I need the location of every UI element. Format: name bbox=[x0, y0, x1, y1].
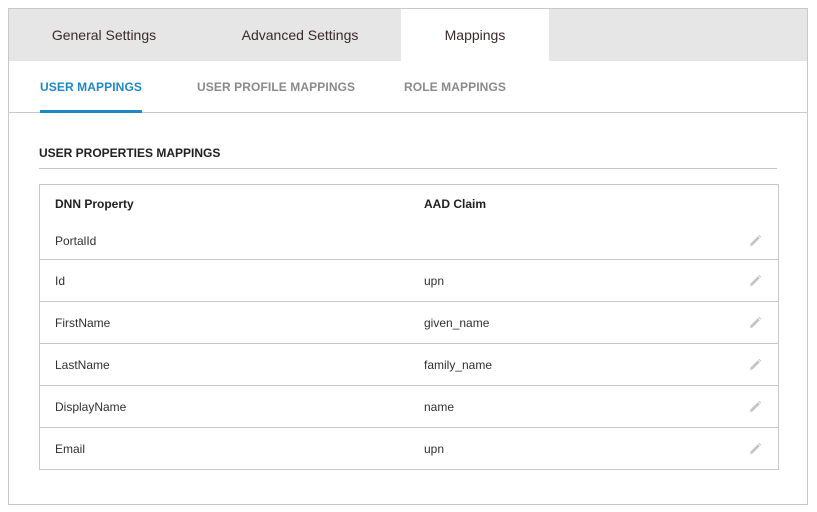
table-row: LastName family_name bbox=[40, 343, 778, 385]
header-aad-claim: AAD Claim bbox=[424, 196, 487, 211]
tab-advanced-settings[interactable]: Advanced Settings bbox=[199, 9, 401, 61]
dnn-property-cell: DisplayName bbox=[55, 399, 127, 414]
table-row: DisplayName name bbox=[40, 385, 778, 427]
table-row: Id upn bbox=[40, 259, 778, 301]
dnn-property-cell: Email bbox=[55, 441, 86, 456]
tab-general-settings[interactable]: General Settings bbox=[9, 9, 199, 61]
edit-email-pencil-icon[interactable] bbox=[748, 442, 762, 456]
dnn-property-cell: Id bbox=[55, 273, 66, 288]
table-row: FirstName given_name bbox=[40, 301, 778, 343]
aad-claim-cell: family_name bbox=[424, 357, 493, 372]
sub-tab-bar: USER MAPPINGS USER PROFILE MAPPINGS ROLE… bbox=[9, 61, 807, 113]
header-dnn-property: DNN Property bbox=[55, 196, 134, 211]
aad-claim-cell: upn bbox=[424, 273, 445, 288]
edit-portalid-pencil-icon[interactable] bbox=[748, 234, 762, 248]
section-title: USER PROPERTIES MAPPINGS bbox=[39, 146, 221, 160]
edit-displayname-pencil-icon[interactable] bbox=[748, 400, 762, 414]
settings-panel: General Settings Advanced Settings Mappi… bbox=[8, 8, 808, 505]
table-row: PortalId bbox=[40, 222, 778, 259]
edit-lastname-pencil-icon[interactable] bbox=[748, 358, 762, 372]
subtab-role-mappings[interactable]: ROLE MAPPINGS bbox=[404, 61, 506, 113]
table-row: Email upn bbox=[40, 427, 778, 469]
tab-mappings[interactable]: Mappings bbox=[401, 9, 549, 61]
table-header-row: DNN Property AAD Claim bbox=[40, 185, 778, 222]
top-tab-bar: General Settings Advanced Settings Mappi… bbox=[9, 9, 807, 61]
aad-claim-cell: upn bbox=[424, 441, 445, 456]
edit-id-pencil-icon[interactable] bbox=[748, 274, 762, 288]
dnn-property-cell: PortalId bbox=[55, 233, 97, 248]
aad-claim-cell: name bbox=[424, 399, 455, 414]
subtab-user-profile-mappings[interactable]: USER PROFILE MAPPINGS bbox=[197, 61, 355, 113]
edit-firstname-pencil-icon[interactable] bbox=[748, 316, 762, 330]
dnn-property-cell: FirstName bbox=[55, 315, 111, 330]
aad-claim-cell: given_name bbox=[424, 315, 490, 330]
dnn-property-cell: LastName bbox=[55, 357, 110, 372]
section-divider bbox=[39, 168, 777, 169]
subtab-user-mappings[interactable]: USER MAPPINGS bbox=[40, 61, 142, 113]
mappings-table: DNN Property AAD Claim PortalId Id upn F… bbox=[39, 184, 779, 470]
